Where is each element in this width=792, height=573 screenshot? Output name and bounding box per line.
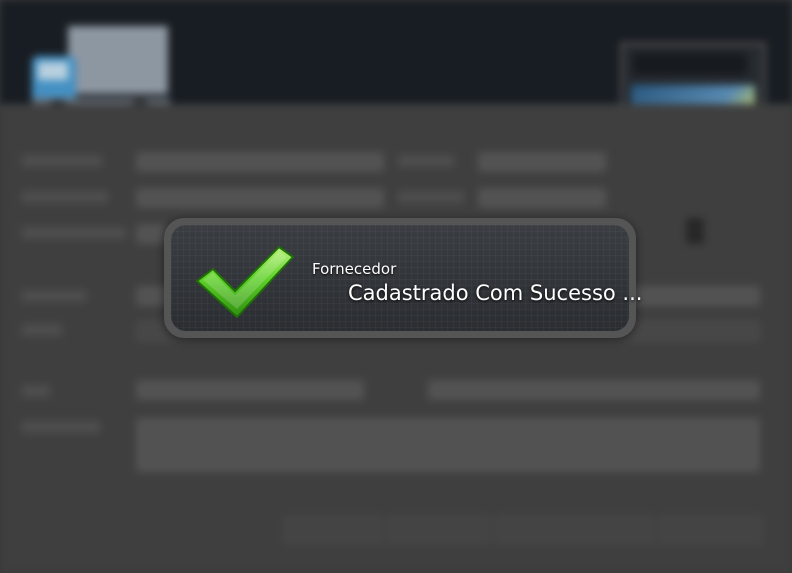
- success-notification: Fornecedor Cadastrado Com Sucesso ...: [164, 218, 642, 338]
- notification-panel: Fornecedor Cadastrado Com Sucesso ...: [171, 225, 642, 331]
- notification-message: Cadastrado Com Sucesso ...: [348, 281, 643, 305]
- notification-title: Fornecedor: [312, 260, 397, 278]
- checkmark-icon: [196, 246, 294, 318]
